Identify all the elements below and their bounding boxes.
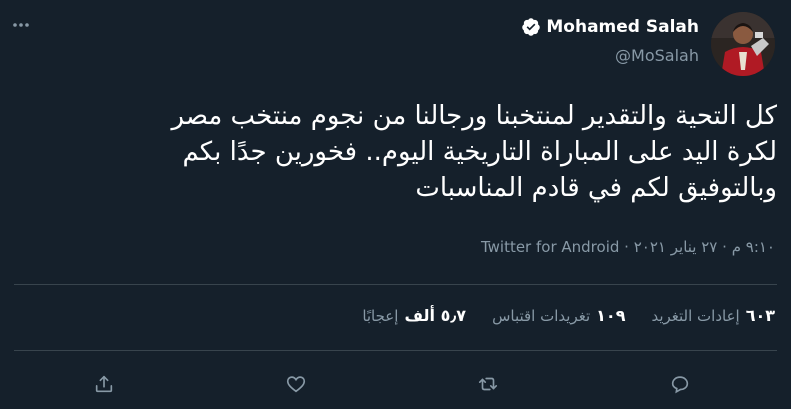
tweet-meta: ٩:١٠ م · ٢٧ يناير ٢٠٢١ · Twitter for And… <box>481 238 775 256</box>
retweets-count: ٦٠٣ <box>745 306 775 325</box>
meta-separator: · <box>722 238 727 256</box>
tweet-time[interactable]: ٩:١٠ م <box>732 238 775 256</box>
author-name[interactable]: Mohamed Salah <box>546 17 699 37</box>
tweet-text: كل التحية والتقدير لمنتخبنا ورجالنا من ن… <box>17 98 777 206</box>
retweets-stat[interactable]: ٦٠٣ إعادات التغريد <box>651 306 775 325</box>
avatar[interactable] <box>711 12 775 76</box>
divider <box>14 284 777 285</box>
more-dots <box>13 23 29 27</box>
likes-count: ٥٫٧ ألف <box>404 306 467 325</box>
like-icon[interactable] <box>282 370 310 398</box>
share-icon[interactable] <box>90 370 118 398</box>
tweet-stats: ٦٠٣ إعادات التغريد ١٠٩ تغريدات اقتباس ٥٫… <box>362 306 775 325</box>
likes-label: إعجابًا <box>362 307 399 325</box>
author-info[interactable]: Mohamed Salah @MoSalah <box>521 14 699 65</box>
verified-badge-icon <box>521 17 541 37</box>
meta-separator: · <box>624 238 629 256</box>
reply-icon[interactable] <box>666 370 694 398</box>
divider <box>14 350 777 351</box>
retweet-icon[interactable] <box>474 370 502 398</box>
author-handle[interactable]: @MoSalah <box>521 46 699 65</box>
tweet-text-line: كل التحية والتقدير لمنتخبنا ورجالنا من ن… <box>171 101 777 131</box>
likes-stat[interactable]: ٥٫٧ ألف إعجابًا <box>362 306 466 325</box>
quotes-count: ١٠٩ <box>596 306 626 325</box>
avatar-photo <box>711 12 775 76</box>
author-name-row[interactable]: Mohamed Salah <box>521 14 699 40</box>
tweet-source[interactable]: Twitter for Android <box>481 238 619 256</box>
more-icon[interactable] <box>10 18 32 32</box>
tweet-date[interactable]: ٢٧ يناير ٢٠٢١ <box>634 238 718 256</box>
action-bar <box>0 368 791 400</box>
tweet-text-line: لكرة اليد على المباراة التاريخية اليوم..… <box>182 137 777 167</box>
tweet-text-line: وبالتوفيق لكم في قادم المناسبات <box>415 173 777 203</box>
quotes-stat[interactable]: ١٠٩ تغريدات اقتباس <box>492 306 625 325</box>
retweets-label: إعادات التغريد <box>651 307 740 325</box>
tweet-card: Mohamed Salah @MoSalah كل التحية والتقدي… <box>0 0 791 409</box>
quotes-label: تغريدات اقتباس <box>492 307 591 325</box>
